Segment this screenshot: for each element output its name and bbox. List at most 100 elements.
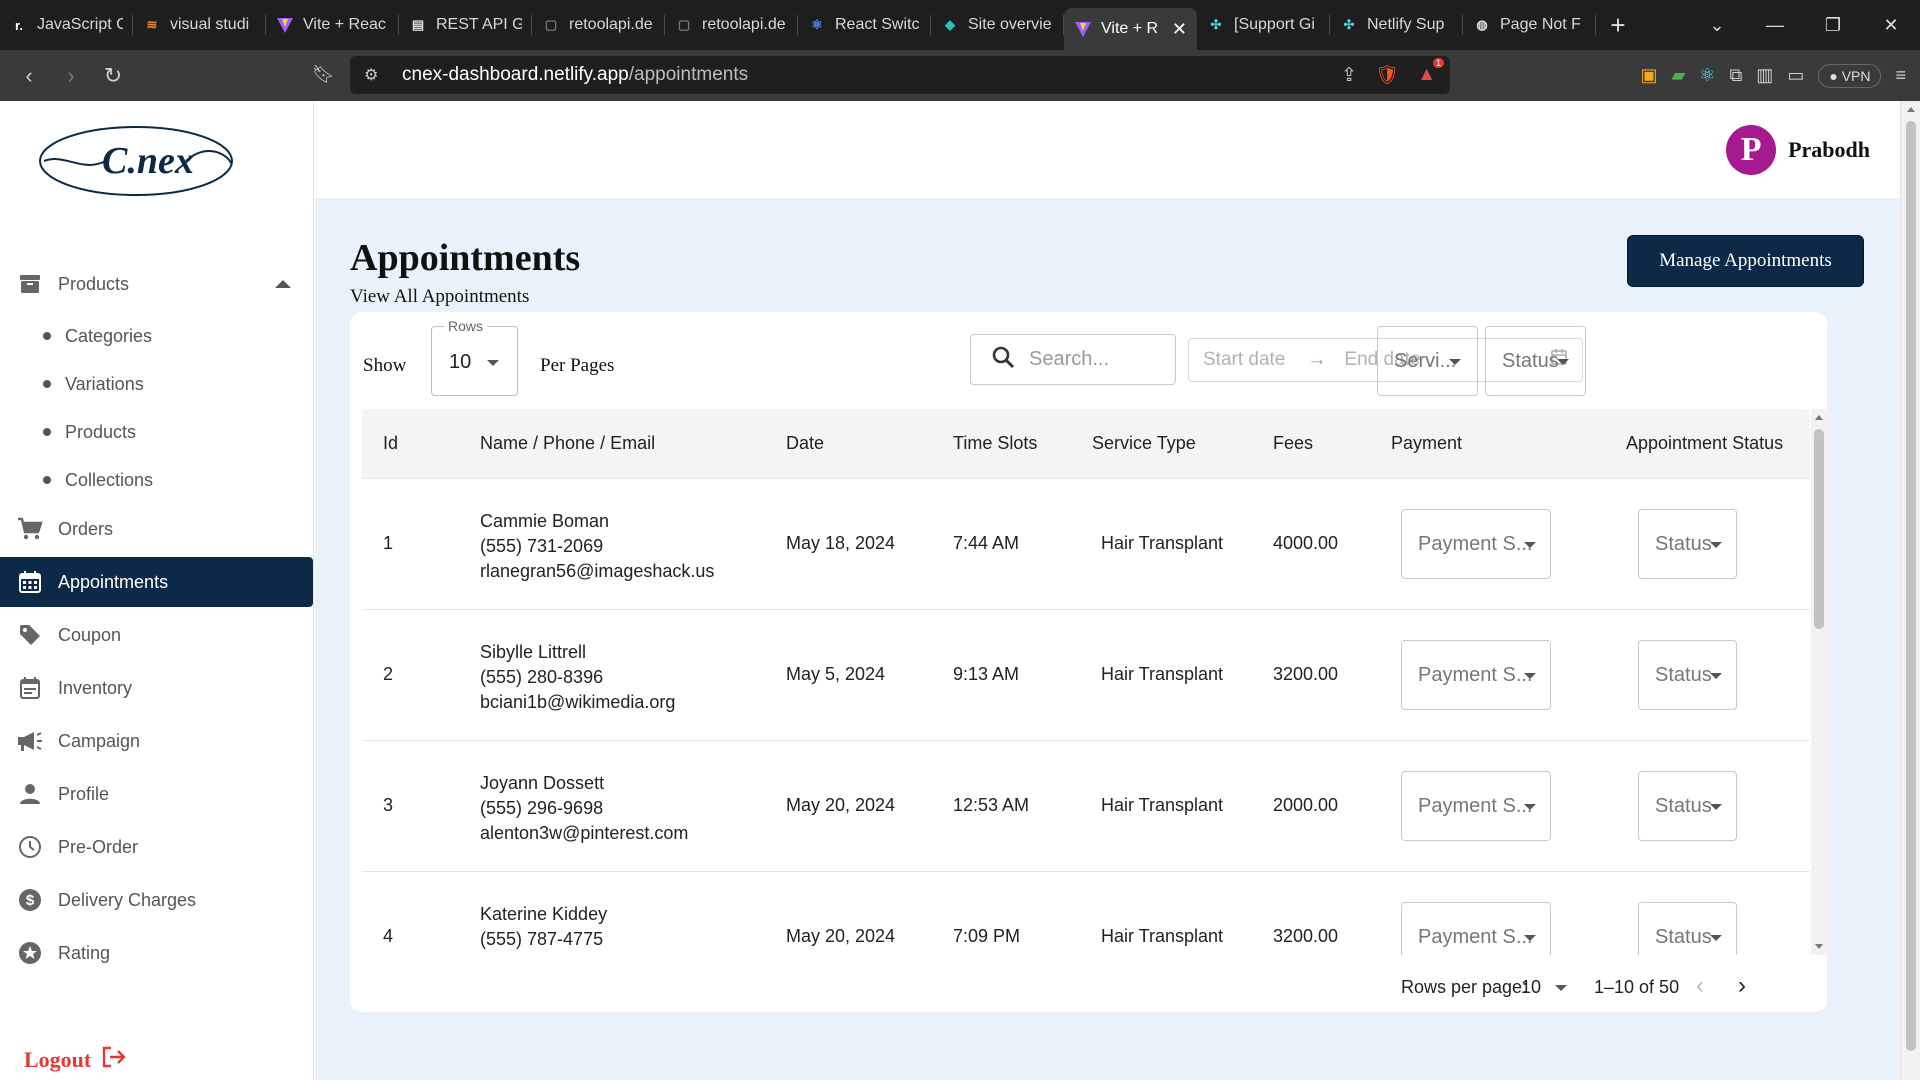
repl-icon: r. bbox=[15, 17, 23, 33]
start-date-input[interactable]: Start date bbox=[1203, 349, 1285, 371]
next-page-button[interactable]: › bbox=[1738, 972, 1746, 1000]
column-header-id[interactable]: Id bbox=[383, 433, 398, 454]
star-icon bbox=[16, 940, 44, 966]
brave-rewards-icon[interactable]: ▲ 1 bbox=[1417, 58, 1444, 86]
user-name: Prabodh bbox=[1788, 137, 1870, 162]
customer-phone: (555) 787-4775 bbox=[480, 929, 604, 949]
brave-shield-icon[interactable]: 🛡︎ bbox=[1375, 63, 1399, 87]
sidebar-toggle-icon[interactable]: ▥ bbox=[1756, 65, 1773, 86]
browser-tab-active[interactable]: Vite + R ✕ bbox=[1064, 8, 1197, 50]
cell-time-slot: 7:09 PM bbox=[953, 926, 1021, 946]
cell-service-type: Hair Transplant bbox=[1101, 533, 1224, 553]
browser-tab[interactable]: ◍ Page Not F bbox=[1463, 0, 1596, 50]
browser-tab[interactable]: ⚛ React Switc bbox=[798, 0, 931, 50]
previous-page-button[interactable]: ‹ bbox=[1696, 972, 1704, 1000]
cart-icon bbox=[16, 516, 44, 542]
payment-status-select[interactable]: Payment S... bbox=[1401, 640, 1551, 710]
tab-search-icon[interactable]: ⌄ bbox=[1688, 15, 1746, 36]
status-filter-select[interactable]: Status bbox=[1485, 326, 1586, 396]
extension-icon[interactable]: ▰ bbox=[1671, 65, 1685, 86]
column-header-fees[interactable]: Fees bbox=[1273, 433, 1313, 454]
sidebar-item-inventory[interactable]: Inventory bbox=[0, 663, 313, 713]
appointment-status-select[interactable]: Status bbox=[1638, 902, 1737, 955]
site-settings-icon[interactable]: ⚙ bbox=[364, 65, 384, 85]
user-menu[interactable]: P Prabodh bbox=[1726, 125, 1870, 175]
search-box[interactable] bbox=[970, 334, 1176, 385]
sidebar-subitem-categories[interactable]: Categories bbox=[0, 312, 313, 360]
scroll-up-icon[interactable] bbox=[1815, 415, 1823, 420]
column-header-payment[interactable]: Payment bbox=[1391, 433, 1462, 454]
share-icon[interactable]: ⇪ bbox=[1341, 64, 1357, 87]
avatar[interactable]: P bbox=[1726, 125, 1777, 175]
browser-tab[interactable]: r. JavaScript C bbox=[0, 0, 133, 50]
payment-status-select[interactable]: Payment S... bbox=[1401, 509, 1551, 579]
back-icon[interactable]: ‹ bbox=[8, 63, 50, 89]
sidebar-item-delivery-charges[interactable]: $ Delivery Charges bbox=[0, 875, 313, 925]
rows-per-page-select[interactable]: 10 bbox=[1521, 977, 1541, 998]
rows-select[interactable]: Rows 10 bbox=[431, 318, 518, 396]
table-scrollbar[interactable] bbox=[1811, 409, 1827, 955]
sidebar-item-profile[interactable]: Profile bbox=[0, 769, 313, 819]
extension-icon[interactable]: ▣ bbox=[1640, 65, 1657, 86]
sidebar-item-pre-order[interactable]: Pre-Order bbox=[0, 822, 313, 872]
react-devtools-icon[interactable]: ⚛ bbox=[1699, 65, 1715, 86]
vpn-button[interactable]: ● VPN bbox=[1818, 63, 1882, 88]
sidebar-item-rating[interactable]: Rating bbox=[0, 928, 313, 978]
browser-tab[interactable]: ▢ retoolapi.de bbox=[532, 0, 665, 50]
browser-tab[interactable]: ◆ Site overvie bbox=[931, 0, 1064, 50]
service-filter-select[interactable]: Servi... bbox=[1377, 326, 1478, 396]
browser-tab[interactable]: ✣ Netlify Sup bbox=[1330, 0, 1463, 50]
new-tab-button[interactable]: + bbox=[1596, 10, 1640, 41]
appointment-status-select[interactable]: Status bbox=[1638, 509, 1737, 579]
page-icon: ▢ bbox=[677, 17, 691, 32]
appointment-status-select[interactable]: Status bbox=[1638, 771, 1737, 841]
search-input[interactable] bbox=[1029, 348, 1159, 371]
sidebar-item-campaign[interactable]: Campaign bbox=[0, 716, 313, 766]
appointments-table: Id Name / Phone / Email Date Time Slots … bbox=[362, 409, 1827, 955]
column-header-name[interactable]: Name / Phone / Email bbox=[480, 433, 655, 454]
payment-status-select[interactable]: Payment S... bbox=[1401, 771, 1551, 841]
puzzle-icon[interactable]: ⧉ bbox=[1729, 65, 1742, 86]
sidebar-item-coupon[interactable]: Coupon bbox=[0, 610, 313, 660]
url-field[interactable]: ⚙ cnex-dashboard.netlify.app/appointment… bbox=[350, 56, 1450, 94]
column-header-time-slots[interactable]: Time Slots bbox=[953, 433, 1037, 454]
sidebar-subitem-variations[interactable]: Variations bbox=[0, 360, 313, 408]
column-header-service-type[interactable]: Service Type bbox=[1092, 433, 1196, 454]
chevron-down-icon[interactable] bbox=[1555, 985, 1567, 991]
scroll-down-icon[interactable] bbox=[1815, 944, 1823, 949]
chevron-up-icon[interactable] bbox=[275, 280, 291, 288]
sidebar-subitem-collections[interactable]: Collections bbox=[0, 456, 313, 504]
scrollbar-thumb[interactable] bbox=[1814, 429, 1824, 629]
bookmark-icon[interactable]: 🔖︎ bbox=[312, 64, 335, 85]
vite-icon bbox=[276, 16, 294, 34]
scrollbar-thumb[interactable] bbox=[1906, 121, 1916, 1051]
sidebar-item-appointments[interactable]: Appointments bbox=[0, 557, 313, 607]
column-header-date[interactable]: Date bbox=[786, 433, 824, 454]
page-scrollbar[interactable] bbox=[1900, 101, 1920, 1080]
sidebar-item-products[interactable]: Products bbox=[0, 259, 313, 309]
minimize-icon[interactable]: — bbox=[1746, 15, 1804, 36]
close-tab-icon[interactable]: ✕ bbox=[1172, 19, 1187, 40]
sidebar-subitem-products[interactable]: Products bbox=[0, 408, 313, 456]
forward-icon[interactable]: › bbox=[50, 63, 92, 89]
close-window-icon[interactable]: ✕ bbox=[1862, 15, 1920, 36]
wallet-icon[interactable]: ▭ bbox=[1787, 65, 1804, 86]
browser-tab[interactable]: Vite + Reac bbox=[266, 0, 399, 50]
sidebar-item-orders[interactable]: Orders bbox=[0, 504, 313, 554]
manage-appointments-button[interactable]: Manage Appointments bbox=[1627, 235, 1864, 287]
sidebar: C.nex Products Categories Variations Pro… bbox=[0, 101, 314, 1080]
browser-tab[interactable]: ▢ retoolapi.de bbox=[665, 0, 798, 50]
menu-icon[interactable]: ≡ bbox=[1895, 65, 1906, 86]
brand-logo[interactable]: C.nex bbox=[36, 123, 236, 203]
cell-fees: 4000.00 bbox=[1273, 533, 1339, 553]
column-header-appointment-status[interactable]: Appointment Status bbox=[1626, 433, 1783, 454]
browser-tab[interactable]: ≋ visual studi bbox=[133, 0, 266, 50]
browser-tab[interactable]: ▤ REST API Gi bbox=[399, 0, 532, 50]
payment-status-select[interactable]: Payment S... bbox=[1401, 902, 1551, 955]
browser-tab[interactable]: ✣ [Support Gi bbox=[1197, 0, 1330, 50]
reload-icon[interactable]: ↻ bbox=[92, 63, 134, 89]
maximize-icon[interactable]: ❐ bbox=[1804, 15, 1862, 36]
logout-button[interactable]: Logout bbox=[24, 1045, 127, 1075]
appointment-status-select[interactable]: Status bbox=[1638, 640, 1737, 710]
scroll-up-icon[interactable] bbox=[1907, 107, 1915, 112]
